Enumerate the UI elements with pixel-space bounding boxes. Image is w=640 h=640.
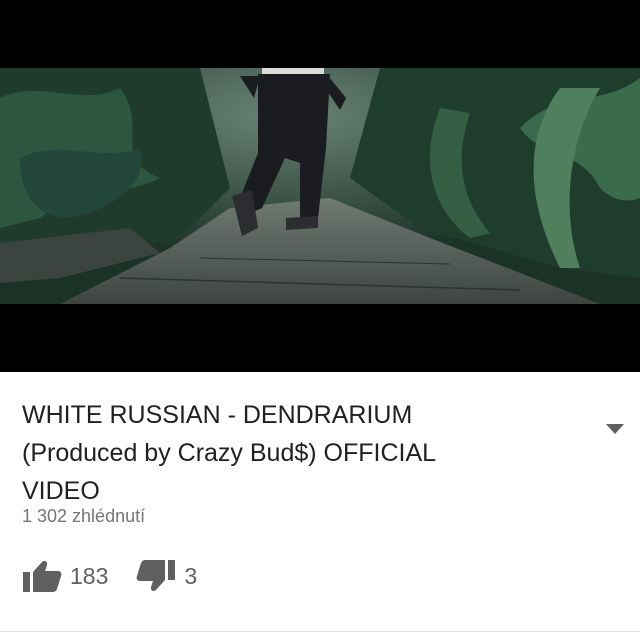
rating-actions: 183 3 <box>22 558 225 594</box>
video-info-panel: WHITE RUSSIAN - DENDRARIUM (Produced by … <box>0 372 640 640</box>
like-button[interactable]: 183 <box>22 558 108 594</box>
chevron-down-icon[interactable] <box>604 422 626 436</box>
video-title-line: WHITE RUSSIAN - DENDRARIUM <box>22 401 413 429</box>
like-count: 183 <box>70 562 109 589</box>
video-player[interactable] <box>0 0 640 372</box>
video-title[interactable]: WHITE RUSSIAN - DENDRARIUM (Produced by … <box>22 396 582 510</box>
video-watch-screen: WHITE RUSSIAN - DENDRARIUM (Produced by … <box>0 0 640 640</box>
dislike-button[interactable]: 3 <box>136 558 197 594</box>
video-title-line: VIDEO <box>22 477 100 505</box>
thumbs-up-icon <box>22 558 64 594</box>
video-thumbnail-scene <box>0 68 640 304</box>
video-frame[interactable] <box>0 68 640 304</box>
dislike-count: 3 <box>184 562 198 589</box>
view-count: 1 302 zhlédnutí <box>22 506 146 526</box>
thumbs-down-icon <box>136 558 178 594</box>
video-title-line: (Produced by Crazy Bud$) OFFICIAL <box>22 439 437 467</box>
divider <box>0 631 640 632</box>
